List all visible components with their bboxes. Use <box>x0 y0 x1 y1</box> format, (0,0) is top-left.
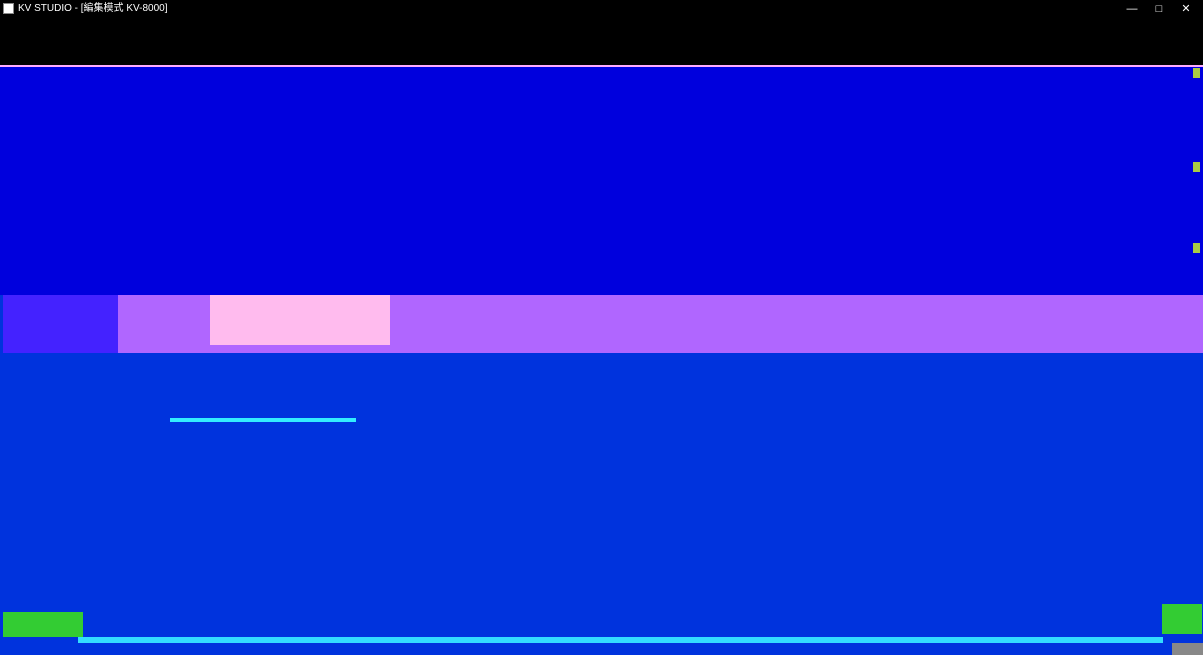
toolbar-main <box>0 33 1203 48</box>
selected-module-panel[interactable] <box>210 295 390 345</box>
tree-selection-area <box>3 295 118 353</box>
app-window: KV STUDIO - [編集模式 KV-8000] — □ ✕ <box>0 0 1203 655</box>
minimize-button[interactable]: — <box>1122 2 1142 16</box>
menu-bar <box>0 18 1203 33</box>
output-list <box>172 353 362 428</box>
scroll-marker <box>1193 243 1200 253</box>
scroll-marker <box>1193 68 1200 78</box>
unit-editor-area <box>0 65 1203 295</box>
list-scrollbar[interactable] <box>170 418 356 422</box>
status-indicator <box>1172 643 1203 655</box>
maximize-button[interactable]: □ <box>1149 2 1169 16</box>
status-bar <box>0 643 1203 655</box>
bottom-tabs-right[interactable] <box>1162 604 1202 634</box>
title-bar: KV STUDIO - [編集模式 KV-8000] <box>0 0 1203 18</box>
kv-studio-icon <box>3 3 14 14</box>
toolbar-secondary <box>0 48 1203 65</box>
bottom-tabs-left[interactable] <box>3 612 83 637</box>
close-button[interactable]: ✕ <box>1176 2 1196 16</box>
window-title: KV STUDIO - [編集模式 KV-8000] <box>18 3 168 14</box>
scroll-marker <box>1193 162 1200 172</box>
